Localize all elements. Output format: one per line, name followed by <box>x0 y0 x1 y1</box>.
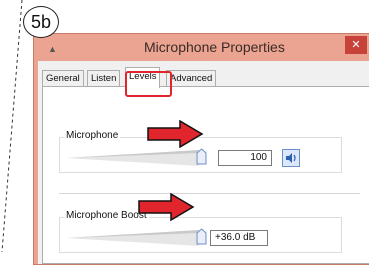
window-client-area: General Listen Levels Advanced Microphon… <box>38 61 369 264</box>
levels-tab-highlight <box>125 71 172 97</box>
boost-level-field[interactable]: +36.0 dB <box>210 230 268 246</box>
microphone-boost-label: Microphone Boost <box>64 210 149 221</box>
window-title: Microphone Properties <box>144 39 285 55</box>
mute-button[interactable] <box>282 149 300 167</box>
microphone-boost-group: Microphone Boost +36.0 dB <box>59 210 342 253</box>
tab-listen[interactable]: Listen <box>87 70 121 87</box>
arrow-icon <box>147 120 204 148</box>
title-bar: ▲ Microphone Properties ✕ <box>34 34 369 60</box>
arrow-icon <box>138 193 195 221</box>
microphone-label: Microphone <box>64 130 121 141</box>
step-badge: 5b <box>23 6 59 38</box>
boost-slider-track[interactable] <box>64 224 204 252</box>
tab-general[interactable]: General <box>42 70 84 87</box>
tab-advanced[interactable]: Advanced <box>166 70 217 87</box>
levels-panel: Microphone 100 Microphone Boost +36.0 dB <box>42 86 369 264</box>
section-separator <box>59 193 360 194</box>
microphone-slider-thumb[interactable] <box>196 148 207 165</box>
app-icon: ▲ <box>48 44 57 54</box>
microphone-slider-track[interactable] <box>64 144 204 172</box>
microphone-properties-window: ▲ Microphone Properties ✕ General Listen… <box>33 33 369 265</box>
microphone-level-field[interactable]: 100 <box>218 150 272 166</box>
close-button[interactable]: ✕ <box>345 36 367 54</box>
boost-slider-thumb[interactable] <box>196 228 207 245</box>
speaker-icon <box>286 153 296 163</box>
